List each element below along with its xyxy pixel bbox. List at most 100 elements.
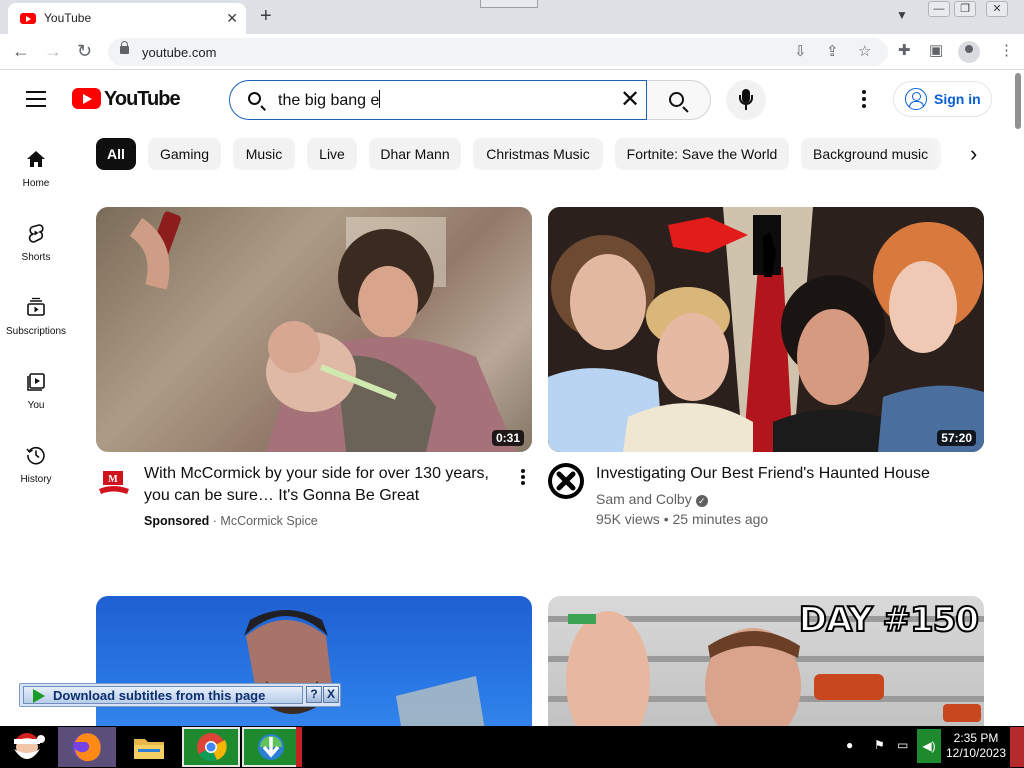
verified-badge-icon: ✓ [695, 495, 708, 507]
mrbeast-day-150-thumbnail[interactable]: DAY #150 [548, 596, 984, 726]
close-window-button[interactable]: ✕ [986, 1, 1008, 17]
you-library-icon [27, 373, 45, 391]
screen: YouTube ✕ + ▼ — ❐ ✕ ← → ↻ youtube.com ⇩ … [0, 0, 1024, 768]
address-bar[interactable]: youtube.com ⇩ ⇪ ☆ [108, 38, 888, 66]
system-clock[interactable]: 2:35 PM 12/10/2023 [944, 731, 1008, 761]
guide-item-you[interactable]: You [0, 365, 72, 435]
volume-icon[interactable]: ◀) [917, 729, 941, 763]
sign-in-button[interactable]: Sign in [893, 81, 992, 117]
sign-in-label: Sign in [934, 91, 981, 107]
extensions-puzzle-icon[interactable]: ✚ [898, 42, 911, 60]
profile-avatar-icon[interactable] [958, 41, 980, 63]
side-panel-icon[interactable]: ▣ [929, 42, 943, 60]
url-text[interactable]: youtube.com [142, 45, 216, 60]
firefox-icon [73, 733, 101, 762]
chip-dhar-mann[interactable]: Dhar Mann [369, 138, 461, 170]
window-drag-handle[interactable] [480, 0, 538, 8]
internet-download-manager-icon [258, 734, 284, 760]
subscriptions-icon [27, 297, 45, 316]
ad-menu-icon[interactable] [521, 469, 525, 485]
guide-item-subscriptions[interactable]: Subscriptions [0, 291, 72, 361]
voice-search-button[interactable] [726, 80, 766, 120]
show-desktop-button[interactable] [1010, 727, 1024, 767]
ad-video-title[interactable]: With McCormick by your side for over 130… [144, 463, 504, 507]
chip-bar-fade [930, 134, 966, 174]
youtube-wordmark: YouTube [104, 88, 181, 110]
install-app-icon[interactable]: ⇩ [794, 43, 807, 61]
search-button[interactable] [647, 80, 711, 120]
shorts-icon [28, 224, 44, 243]
ad-video-thumbnail[interactable]: 0:31 [96, 207, 532, 452]
taskbar-file-explorer[interactable] [120, 727, 178, 767]
taskbar-firefox[interactable] [58, 727, 116, 767]
guide-label-shorts: Shorts [21, 252, 51, 263]
search-query-text: the big bang e [278, 92, 380, 109]
browser-tab[interactable]: YouTube ✕ [8, 3, 246, 34]
santa-start-icon [14, 733, 45, 759]
start-button[interactable] [2, 727, 52, 767]
help-button[interactable]: ? [306, 686, 322, 703]
new-tab-button[interactable]: + [260, 5, 272, 27]
day-150-overlay-text: DAY #150 [798, 599, 980, 641]
video-duration: 0:31 [491, 430, 524, 446]
forward-button[interactable]: → [44, 41, 62, 61]
download-subtitles-label: Download subtitles from this page [53, 688, 266, 703]
guide-label-history: History [20, 474, 52, 485]
sam-and-colby-avatar[interactable] [548, 463, 584, 499]
taskbar-download-manager[interactable] [242, 727, 300, 767]
settings-more-icon[interactable] [862, 90, 866, 108]
chip-gaming[interactable]: Gaming [148, 138, 221, 170]
chip-live[interactable]: Live [307, 138, 357, 170]
tray-dot-icon[interactable]: ● [846, 738, 853, 752]
network-icon[interactable]: ▭ [897, 738, 908, 752]
mccormick-logo-avatar[interactable]: M [96, 465, 132, 501]
guide-label-home: Home [22, 178, 50, 189]
bookmark-star-icon[interactable]: ☆ [858, 43, 871, 61]
green-play-icon [33, 689, 45, 703]
chevron-right-icon[interactable]: › [970, 143, 977, 165]
chip-music[interactable]: Music [233, 138, 295, 170]
home-icon [27, 151, 45, 167]
search-query[interactable]: the big bang e [278, 90, 381, 110]
maximize-button[interactable]: ❐ [954, 1, 976, 17]
download-subtitles-button[interactable]: Download subtitles from this page [23, 686, 303, 704]
chip-background-music[interactable]: Background music [801, 138, 941, 170]
clear-search-icon[interactable]: ✕ [620, 87, 640, 113]
taskbar: ● ⚑ ▭ ◀) 2:35 PM 12/10/2023 [0, 726, 1024, 768]
search-input[interactable]: the big bang e ✕ [229, 80, 647, 120]
ad-thumbnail-art [96, 207, 532, 452]
mccormick-logo-icon: M [99, 471, 129, 494]
lock-icon[interactable] [120, 41, 129, 54]
chip-fortnite-save-the-world[interactable]: Fortnite: Save the World [615, 138, 789, 170]
video-views-and-age: 95K views • 25 minutes ago [596, 511, 769, 527]
tab-close-icon[interactable]: ✕ [226, 10, 238, 26]
search-button-icon [669, 92, 684, 107]
guide-item-shorts[interactable]: Shorts [0, 217, 72, 287]
video-duration: 57:20 [937, 430, 976, 446]
action-center-flag-icon[interactable]: ⚑ [874, 738, 885, 752]
page-scrollbar[interactable] [1012, 71, 1024, 726]
guide-label-you: You [27, 400, 45, 411]
guide-item-history[interactable]: History [0, 439, 72, 509]
back-button[interactable]: ← [12, 41, 30, 61]
haunted-house-video-title[interactable]: Investigating Our Best Friend's Haunted … [596, 463, 976, 485]
chrome-menu-icon[interactable]: ⋮ [999, 42, 1014, 60]
close-extension-button[interactable]: X [323, 686, 339, 703]
guide-menu-icon[interactable] [26, 91, 46, 107]
history-icon [26, 446, 45, 465]
haunted-house-video-thumbnail[interactable]: 57:20 [548, 207, 984, 452]
taskbar-chrome[interactable] [182, 727, 240, 767]
ad-channel-name[interactable]: McCormick Spice [220, 514, 317, 528]
reload-button[interactable]: ↻ [77, 41, 92, 61]
tab-search-chevron-icon[interactable]: ▼ [896, 8, 908, 22]
clock-time: 2:35 PM [953, 731, 999, 745]
meta-separator: · [209, 514, 221, 528]
share-icon[interactable]: ⇪ [826, 43, 839, 61]
chip-christmas-music[interactable]: Christmas Music [473, 138, 603, 170]
youtube-play-logo-icon [72, 88, 101, 109]
chip-all[interactable]: All [96, 138, 136, 170]
guide-item-home[interactable]: Home [0, 143, 72, 213]
channel-name[interactable]: Sam and Colby [596, 491, 692, 507]
scrollbar-thumb[interactable] [1015, 73, 1021, 129]
minimize-button[interactable]: — [928, 1, 950, 17]
